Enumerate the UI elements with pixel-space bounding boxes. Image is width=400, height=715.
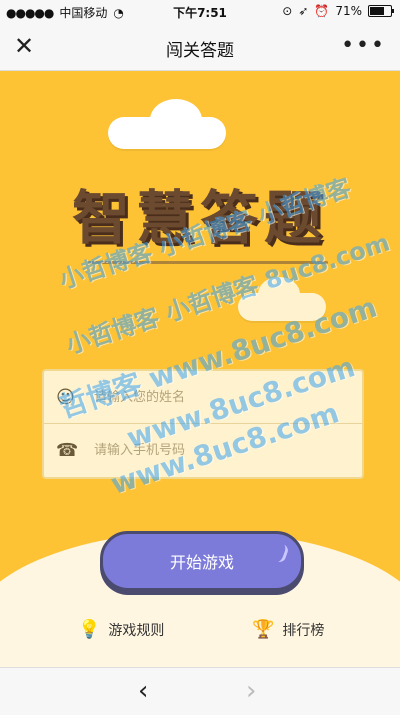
name-row: ☺ — [44, 371, 362, 424]
game-stage: 智慧答题 ☺ ☎ 开始游戏 💡 游戏规则 🏆 排行榜 — [0, 71, 400, 667]
phone-input[interactable] — [92, 441, 326, 459]
page-title: 闯关答题 — [166, 41, 234, 61]
user-icon: ☺ — [56, 386, 75, 408]
hero-title: 智慧答题 — [71, 184, 328, 252]
alarm-icon: ⏰ — [314, 4, 330, 18]
name-input[interactable] — [92, 388, 326, 406]
cloud-mid — [238, 277, 326, 321]
start-game-button[interactable]: 开始游戏 — [100, 531, 304, 591]
login-form: ☺ ☎ — [42, 369, 364, 479]
browser-bottom-bar: ‹ › — [0, 667, 400, 715]
battery-fill — [370, 7, 385, 15]
rank-link[interactable]: 🏆 排行榜 — [252, 619, 324, 640]
title-underline — [88, 261, 328, 264]
forward-icon[interactable]: › — [246, 676, 256, 706]
back-icon[interactable]: ‹ — [138, 676, 148, 706]
navbar: ✕ 闯关答题 ••• — [0, 24, 400, 71]
battery-icon — [368, 5, 394, 17]
status-right: ⊙ ➶ ⏰ 71% — [282, 4, 394, 18]
lightbulb-icon: 💡 — [78, 619, 101, 640]
rules-label: 游戏规则 — [108, 622, 165, 639]
cloud-top — [108, 99, 226, 149]
rank-label: 排行榜 — [282, 622, 325, 639]
location-icon: ➶ — [298, 4, 309, 18]
trophy-icon: 🏆 — [252, 619, 275, 640]
phone-icon: ☎ — [56, 439, 79, 461]
status-bar: ●●●●● 中国移动 ◔ 下午7:51 ⊙ ➶ ⏰ 71% — [0, 0, 400, 24]
footer-links: 💡 游戏规则 🏆 排行榜 — [0, 619, 400, 649]
phone-row: ☎ — [44, 424, 362, 476]
rules-link[interactable]: 💡 游戏规则 — [78, 619, 164, 640]
more-icon[interactable]: ••• — [341, 32, 386, 60]
lock-rotation-icon: ⊙ — [282, 4, 293, 18]
battery-percent: 71% — [335, 4, 362, 18]
